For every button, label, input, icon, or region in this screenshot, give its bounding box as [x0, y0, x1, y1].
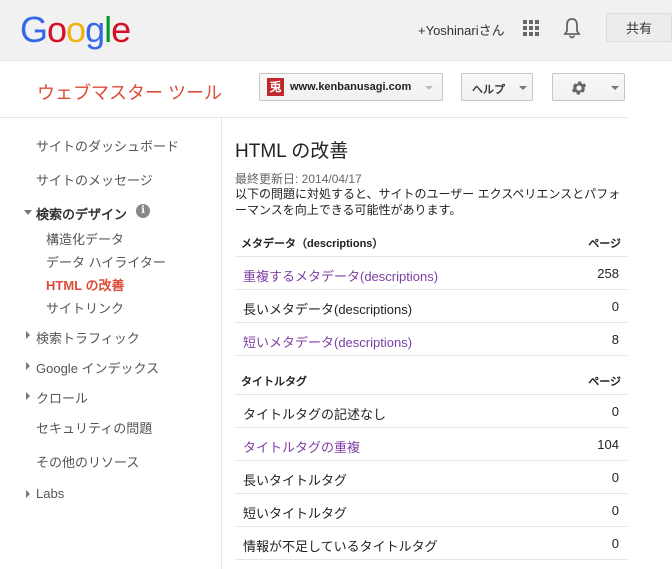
info-icon[interactable]: i	[136, 204, 150, 218]
site-selector-label: www.kenbanusagi.com	[290, 81, 412, 93]
title-section-title: タイトルタグ	[241, 376, 307, 388]
sidebar-nav: サイトのダッシュボード サイトのメッセージ 検索のデザイン i 構造化データ デ…	[0, 118, 222, 569]
table-row: タイトルタグの記述なし 0	[235, 395, 627, 428]
logo-letter: g	[85, 9, 105, 50]
top-bar: Google +Yoshinariさん 共有	[0, 0, 672, 61]
meta-section-title: メタデータ（descriptions）	[241, 238, 384, 250]
table-row: 重複するメタデータ(descriptions) 258	[235, 257, 627, 290]
short-title-label: 短いタイトルタグ	[243, 506, 348, 521]
pages-column-header: ページ	[588, 238, 621, 250]
page-count: 0	[611, 536, 619, 551]
triangle-right-icon[interactable]	[26, 392, 30, 400]
title-section-header: タイトルタグ ページ	[235, 365, 627, 395]
site-favicon: 兎	[267, 78, 284, 96]
table-row: 長いタイトルタグ 0	[235, 461, 627, 494]
page-count: 0	[611, 404, 619, 419]
logo-letter: e	[111, 9, 131, 50]
sidebar-item-labs[interactable]: Labs	[36, 486, 64, 501]
product-title[interactable]: ウェブマスター ツール	[37, 79, 222, 105]
triangle-right-icon[interactable]	[26, 362, 30, 370]
triangle-right-icon[interactable]	[26, 490, 30, 498]
logo-letter: l	[104, 9, 112, 50]
table-row: タイトルタグの重複 104	[235, 428, 627, 461]
sidebar-item-data-highlighter[interactable]: データ ハイライター	[46, 252, 166, 271]
page-count: 104	[597, 437, 619, 452]
page-count: 0	[611, 470, 619, 485]
page-count: 0	[611, 299, 619, 314]
chevron-down-icon	[611, 86, 619, 90]
page-title: HTML の改善	[235, 141, 349, 162]
missing-title-label: タイトルタグの記述なし	[243, 407, 387, 422]
table-row: 長いメタデータ(descriptions) 0	[235, 290, 627, 323]
table-row: 情報が不足しているタイトルタグ 0	[235, 527, 627, 560]
triangle-down-icon[interactable]	[24, 210, 32, 215]
triangle-right-icon[interactable]	[26, 331, 30, 339]
last-updated-text: 最終更新日: 2014/04/17	[235, 172, 362, 186]
sidebar-item-google-index[interactable]: Google インデックス	[36, 358, 159, 377]
page-count: 258	[597, 266, 619, 281]
table-row: 短いタイトルタグ 0	[235, 494, 627, 527]
duplicate-title-link[interactable]: タイトルタグの重複	[243, 437, 360, 456]
short-meta-link[interactable]: 短いメタデータ(descriptions)	[243, 332, 412, 351]
sidebar-item-html-improvements[interactable]: HTML の改善	[46, 275, 124, 294]
gear-icon	[571, 81, 587, 95]
bell-icon[interactable]	[563, 17, 581, 39]
sidebar-item-sitelinks[interactable]: サイトリンク	[46, 298, 124, 317]
non-informative-title-label: 情報が不足しているタイトルタグ	[243, 539, 438, 554]
share-button[interactable]: 共有	[606, 13, 672, 42]
google-logo[interactable]: Google	[20, 9, 131, 51]
sidebar-item-security-issues[interactable]: セキュリティの問題	[36, 418, 152, 437]
help-label: ヘルプ	[472, 84, 505, 96]
logo-letter: o	[66, 9, 86, 50]
site-selector-button[interactable]: 兎 www.kenbanusagi.com	[259, 73, 443, 101]
chevron-down-icon	[425, 86, 433, 90]
user-name-link[interactable]: +Yoshinariさん	[418, 20, 505, 39]
page-count: 0	[611, 503, 619, 518]
apps-grid-icon[interactable]	[523, 20, 539, 36]
pages-column-header: ページ	[588, 376, 621, 388]
chevron-down-icon	[519, 86, 527, 90]
sidebar-item-dashboard[interactable]: サイトのダッシュボード	[36, 136, 179, 155]
sidebar-item-search-traffic[interactable]: 検索トラフィック	[36, 328, 140, 347]
help-button[interactable]: ヘルプ	[461, 73, 533, 101]
duplicate-meta-link[interactable]: 重複するメタデータ(descriptions)	[243, 266, 438, 285]
sidebar-item-search-appearance[interactable]: 検索のデザイン	[36, 204, 127, 223]
sidebar-item-structured-data[interactable]: 構造化データ	[46, 229, 124, 248]
sidebar-item-crawl[interactable]: クロール	[36, 388, 88, 407]
sidebar-item-messages[interactable]: サイトのメッセージ	[36, 170, 153, 189]
table-row: 短いメタデータ(descriptions) 8	[235, 323, 627, 356]
sidebar-item-other-resources[interactable]: その他のリソース	[36, 452, 139, 471]
page-count: 8	[611, 332, 619, 347]
logo-letter: o	[47, 9, 67, 50]
page-description: 以下の問題に対処すると、サイトのユーザー エクスペリエンスとパフォーマンスを向上…	[235, 187, 621, 217]
long-title-label: 長いタイトルタグ	[243, 473, 348, 488]
logo-letter: G	[20, 9, 48, 50]
long-meta-label: 長いメタデータ(descriptions)	[243, 302, 413, 317]
meta-section-header: メタデータ（descriptions） ページ	[235, 227, 627, 257]
settings-button[interactable]	[552, 73, 625, 101]
